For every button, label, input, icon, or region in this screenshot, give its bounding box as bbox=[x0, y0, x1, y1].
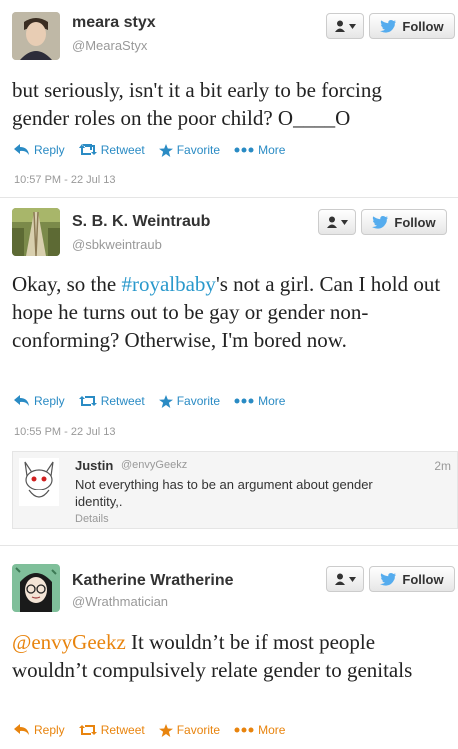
user-handle[interactable]: @MearaStyx bbox=[72, 38, 147, 53]
user-actions-button[interactable] bbox=[326, 13, 364, 39]
more-dots-icon bbox=[234, 398, 254, 404]
tweet-text-start: Okay, so the bbox=[12, 272, 122, 296]
user-name[interactable]: Katherine Wratherine bbox=[72, 572, 234, 590]
user-name[interactable]: S. B. K. Weintraub bbox=[72, 213, 210, 231]
favorite-action[interactable]: Favorite bbox=[158, 394, 221, 408]
more-label: More bbox=[258, 723, 286, 737]
tweet-actions: Reply Retweet Favorite More bbox=[14, 142, 299, 158]
more-label: More bbox=[258, 143, 286, 157]
favorite-action[interactable]: Favorite bbox=[158, 723, 221, 737]
more-action[interactable]: More bbox=[234, 143, 285, 157]
avatar[interactable] bbox=[19, 458, 59, 506]
tweet-text: @envyGeekz It wouldn’t be if most people… bbox=[12, 628, 442, 684]
person-icon bbox=[335, 20, 345, 32]
retweet-action[interactable]: Retweet bbox=[78, 394, 145, 408]
tweet-timestamp[interactable]: 10:57 PM - 22 Jul 13 bbox=[14, 174, 116, 186]
follow-button[interactable]: Follow bbox=[369, 566, 455, 592]
star-icon bbox=[158, 723, 173, 737]
reply-time[interactable]: 2m bbox=[434, 459, 451, 473]
user-actions-button[interactable] bbox=[318, 209, 356, 235]
retweet-action[interactable]: Retweet bbox=[78, 143, 145, 157]
retweet-label: Retweet bbox=[100, 143, 145, 157]
person-icon bbox=[335, 573, 345, 585]
follow-label: Follow bbox=[402, 18, 444, 34]
tweet-1: meara styx @MearaStyx Follow but serious… bbox=[0, 0, 458, 200]
retweet-label: Retweet bbox=[100, 394, 145, 408]
retweet-icon bbox=[78, 144, 97, 155]
more-dots-icon bbox=[234, 147, 254, 153]
tweet-timestamp[interactable]: 10:55 PM - 22 Jul 13 bbox=[14, 426, 116, 438]
more-label: More bbox=[258, 394, 286, 408]
reply-action[interactable]: Reply bbox=[14, 723, 65, 737]
reply-icon bbox=[14, 395, 29, 406]
reply-details-link[interactable]: Details bbox=[75, 513, 109, 525]
retweet-label: Retweet bbox=[100, 723, 145, 737]
follow-label: Follow bbox=[402, 571, 444, 587]
retweet-action[interactable]: Retweet bbox=[78, 723, 145, 737]
avatar[interactable] bbox=[12, 12, 60, 60]
user-handle[interactable]: @sbkweintraub bbox=[72, 237, 162, 252]
follow-button[interactable]: Follow bbox=[369, 13, 455, 39]
user-name[interactable]: meara styx bbox=[72, 14, 156, 32]
tweet-actions: Reply Retweet Favorite More bbox=[14, 393, 299, 409]
user-handle[interactable]: @Wrathmatician bbox=[72, 594, 168, 609]
reply-action[interactable]: Reply bbox=[14, 394, 65, 408]
twitter-bird-icon bbox=[380, 572, 397, 586]
user-actions-button[interactable] bbox=[326, 566, 364, 592]
retweet-icon bbox=[78, 396, 97, 406]
reply-user-handle[interactable]: @envyGeekz bbox=[121, 459, 187, 471]
avatar[interactable] bbox=[12, 208, 60, 256]
reply-icon bbox=[14, 724, 29, 735]
avatar[interactable] bbox=[12, 564, 60, 612]
tweet-actions: Reply Retweet Favorite More bbox=[14, 722, 299, 738]
favorite-action[interactable]: Favorite bbox=[158, 143, 221, 157]
favorite-label: Favorite bbox=[176, 394, 221, 408]
reply-label: Reply bbox=[34, 723, 65, 737]
reply-label: Reply bbox=[34, 143, 65, 157]
reply-text: Not everything has to be an argument abo… bbox=[75, 477, 373, 509]
reply-icon bbox=[14, 144, 29, 155]
reply-action[interactable]: Reply bbox=[14, 143, 65, 157]
reply-label: Reply bbox=[34, 394, 65, 408]
more-action[interactable]: More bbox=[234, 394, 285, 408]
tweet-3: Katherine Wratherine @Wrathmatician Foll… bbox=[0, 546, 458, 749]
follow-button[interactable]: Follow bbox=[361, 209, 447, 235]
reply-card[interactable]: Justin @envyGeekz 2m Not everything has … bbox=[12, 451, 458, 529]
person-icon bbox=[327, 216, 337, 228]
star-icon bbox=[158, 394, 173, 408]
tweet-text: Okay, so the #royalbaby's not a girl. Ca… bbox=[12, 270, 442, 354]
star-icon bbox=[158, 143, 173, 157]
mention-link[interactable]: @envyGeekz bbox=[12, 630, 126, 654]
chevron-down-icon bbox=[341, 219, 348, 225]
tweet-text: but seriously, isn't it a bit early to b… bbox=[12, 78, 382, 130]
chevron-down-icon bbox=[349, 23, 356, 29]
favorite-label: Favorite bbox=[176, 723, 221, 737]
twitter-bird-icon bbox=[372, 215, 389, 229]
reply-user-name[interactable]: Justin bbox=[75, 458, 113, 473]
follow-label: Follow bbox=[394, 214, 436, 230]
chevron-down-icon bbox=[349, 576, 356, 582]
more-dots-icon bbox=[234, 727, 254, 733]
retweet-icon bbox=[78, 725, 97, 735]
favorite-label: Favorite bbox=[176, 143, 221, 157]
hashtag-link[interactable]: #royalbaby bbox=[121, 272, 215, 296]
more-action[interactable]: More bbox=[234, 723, 285, 737]
twitter-bird-icon bbox=[380, 19, 397, 33]
